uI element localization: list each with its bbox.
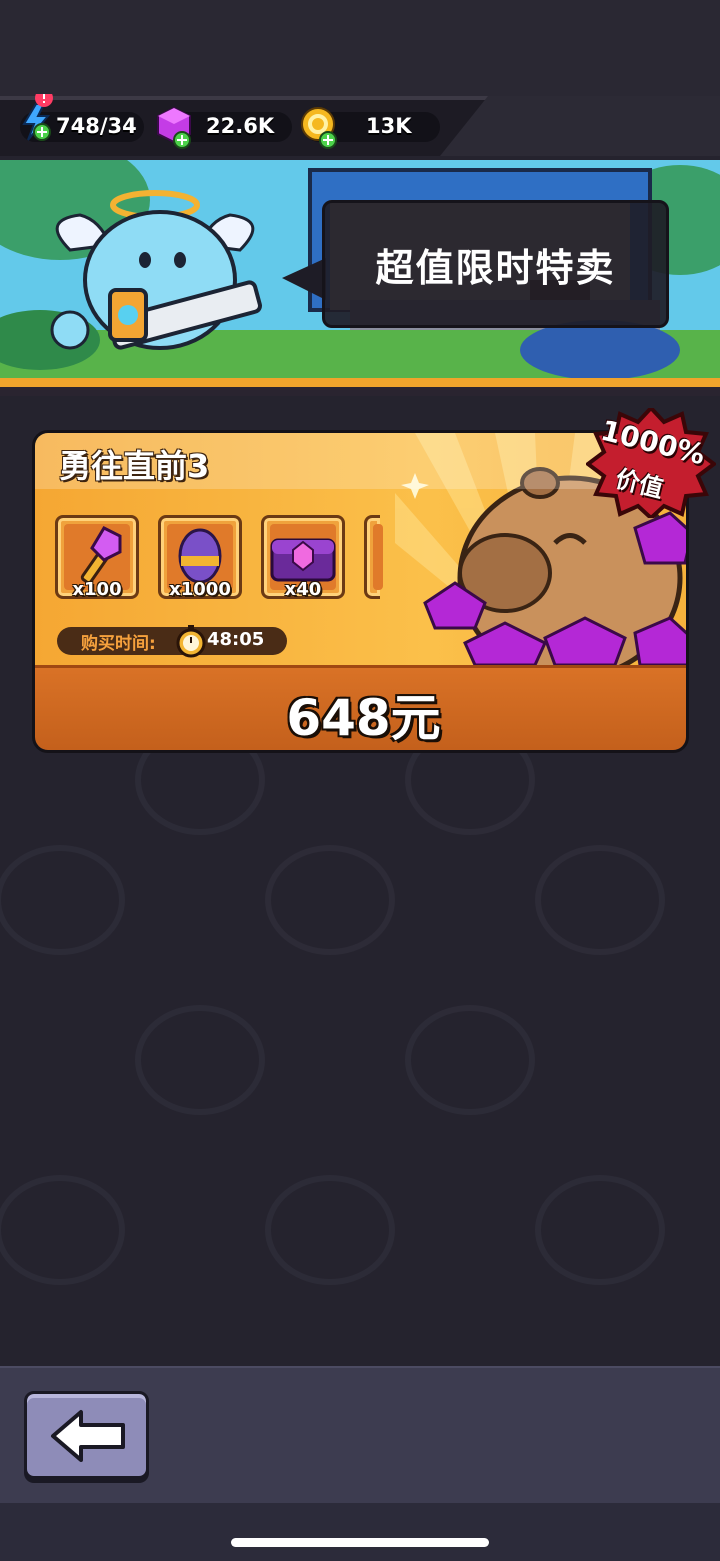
coins-value: 13K bbox=[366, 114, 412, 138]
energy-bolt-icon bbox=[22, 94, 53, 141]
speech-pointer bbox=[282, 258, 326, 300]
timer-label: 购买时间: bbox=[81, 634, 156, 654]
reward-item[interactable]: x40 bbox=[261, 515, 345, 600]
gems-value: 22.6K bbox=[206, 114, 275, 138]
reward-count: x1000 bbox=[169, 579, 231, 600]
reward-item-partial[interactable] bbox=[364, 515, 383, 599]
reward-item[interactable]: x1000 bbox=[158, 515, 242, 600]
reward-item[interactable]: x100 bbox=[55, 515, 139, 600]
energy-value: 748/34 bbox=[56, 114, 137, 138]
reward-count: x40 bbox=[284, 579, 322, 600]
banner-title-box: 超值限时特卖 bbox=[322, 200, 669, 328]
value-badge: 1000% 价值 bbox=[584, 405, 718, 521]
price-label[interactable]: 648元 bbox=[35, 678, 686, 750]
gem-cube-icon bbox=[157, 106, 191, 149]
treasure-chest-icon bbox=[270, 538, 336, 582]
timer-value: 48:05 bbox=[207, 629, 265, 650]
back-arrow-icon bbox=[51, 1410, 125, 1462]
gems-counter[interactable]: 22.6K bbox=[157, 106, 292, 149]
reward-count: x100 bbox=[72, 579, 122, 600]
energy-counter[interactable]: 748/34 bbox=[20, 94, 144, 142]
stopwatch-icon bbox=[176, 625, 206, 658]
offer-title: 勇往直前3 bbox=[59, 447, 210, 485]
banner-divider bbox=[0, 378, 720, 396]
back-button[interactable] bbox=[24, 1391, 149, 1479]
coin-icon bbox=[301, 107, 337, 149]
banner-title: 超值限时特卖 bbox=[375, 245, 616, 290]
home-indicator[interactable] bbox=[231, 1538, 489, 1547]
coins-counter[interactable]: 13K bbox=[301, 107, 440, 149]
purchase-timer: 购买时间: 48:05 bbox=[57, 625, 287, 658]
status-area bbox=[0, 0, 720, 96]
